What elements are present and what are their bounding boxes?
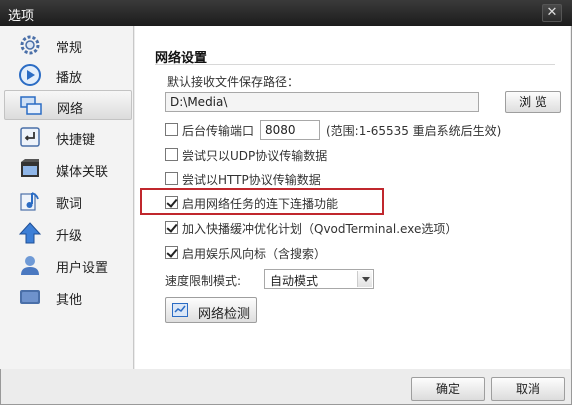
network-icon <box>20 96 42 115</box>
sidebar-item-shortcuts[interactable]: 快捷键 <box>4 122 132 152</box>
continue-play-checkbox[interactable] <box>165 196 178 209</box>
sidebar-item-play[interactable]: 播放 <box>4 60 132 90</box>
sidebar-item-label: 快捷键 <box>56 133 96 148</box>
qvod-plan-label: 加入快播缓冲优化计划（QvodTerminal.exe选项） <box>182 222 458 236</box>
default-path-label: 默认接收文件保存路径： <box>167 75 300 89</box>
sidebar-item-label: 其他 <box>56 293 83 308</box>
sidebar-item-upgrade[interactable]: 升级 <box>4 218 132 248</box>
gear-icon <box>20 35 40 55</box>
sidebar: 常规 播放 网络 快捷键 媒体关联 歌词 升级 用户设置 其他 <box>0 26 134 369</box>
network-check-button[interactable]: 网络检测 <box>165 297 257 323</box>
film-icon <box>21 159 39 177</box>
http-checkbox[interactable] <box>165 172 178 185</box>
background-port-label: 后台传输端口 <box>182 124 255 138</box>
section-divider <box>155 64 555 65</box>
sidebar-item-label: 媒体关联 <box>56 165 109 180</box>
network-check-icon <box>172 303 188 317</box>
sidebar-item-user-settings[interactable]: 用户设置 <box>4 250 132 280</box>
udp-checkbox[interactable] <box>165 148 178 161</box>
entertainment-label: 启用娱乐风向标（含搜索） <box>182 247 327 261</box>
sidebar-item-other[interactable]: 其他 <box>4 282 132 312</box>
sidebar-item-network[interactable]: 网络 <box>4 90 132 120</box>
sidebar-item-label: 常规 <box>56 41 83 56</box>
speed-mode-value: 自动模式 <box>270 274 319 288</box>
ok-button[interactable]: 确定 <box>411 377 485 401</box>
qvod-plan-checkbox[interactable] <box>165 221 178 234</box>
sidebar-item-label: 歌词 <box>56 197 83 212</box>
sidebar-item-lyrics[interactable]: 歌词 <box>4 186 132 216</box>
user-icon <box>21 256 39 275</box>
window-title: 选项 <box>8 9 35 24</box>
port-input[interactable]: 8080 <box>260 120 320 140</box>
enter-key-icon <box>20 127 40 147</box>
browse-button[interactable]: 浏 览 <box>505 91 561 113</box>
music-note-icon <box>20 192 39 211</box>
other-icon <box>20 290 40 304</box>
speed-mode-select[interactable]: 自动模式 <box>264 269 374 289</box>
up-arrow-icon <box>18 222 42 244</box>
chevron-down-icon[interactable] <box>357 271 372 287</box>
sidebar-item-label: 播放 <box>56 71 83 86</box>
sidebar-item-label: 升级 <box>56 229 83 244</box>
sidebar-item-label: 网络 <box>57 102 84 117</box>
sidebar-item-label: 用户设置 <box>56 261 109 276</box>
default-path-input[interactable]: D:\Media\ <box>165 92 479 112</box>
play-icon <box>19 64 41 86</box>
http-label: 尝试以HTTP协议传输数据 <box>182 173 321 187</box>
background-port-checkbox[interactable] <box>165 123 178 136</box>
window-titlebar: 选项 ✕ <box>0 0 572 26</box>
cancel-button[interactable]: 取消 <box>491 377 565 401</box>
sidebar-item-general[interactable]: 常规 <box>4 30 132 60</box>
udp-label: 尝试只以UDP协议传输数据 <box>182 149 328 163</box>
network-check-label: 网络检测 <box>198 307 251 322</box>
port-range-note: (范围:1-65535 重启系统后生效) <box>326 124 502 138</box>
sidebar-item-media-association[interactable]: 媒体关联 <box>4 154 132 184</box>
entertainment-checkbox[interactable] <box>165 246 178 259</box>
continue-play-label: 启用网络任务的连下连播功能 <box>182 197 339 211</box>
close-button[interactable]: ✕ <box>542 4 562 22</box>
speed-mode-label: 速度限制模式: <box>165 274 242 288</box>
